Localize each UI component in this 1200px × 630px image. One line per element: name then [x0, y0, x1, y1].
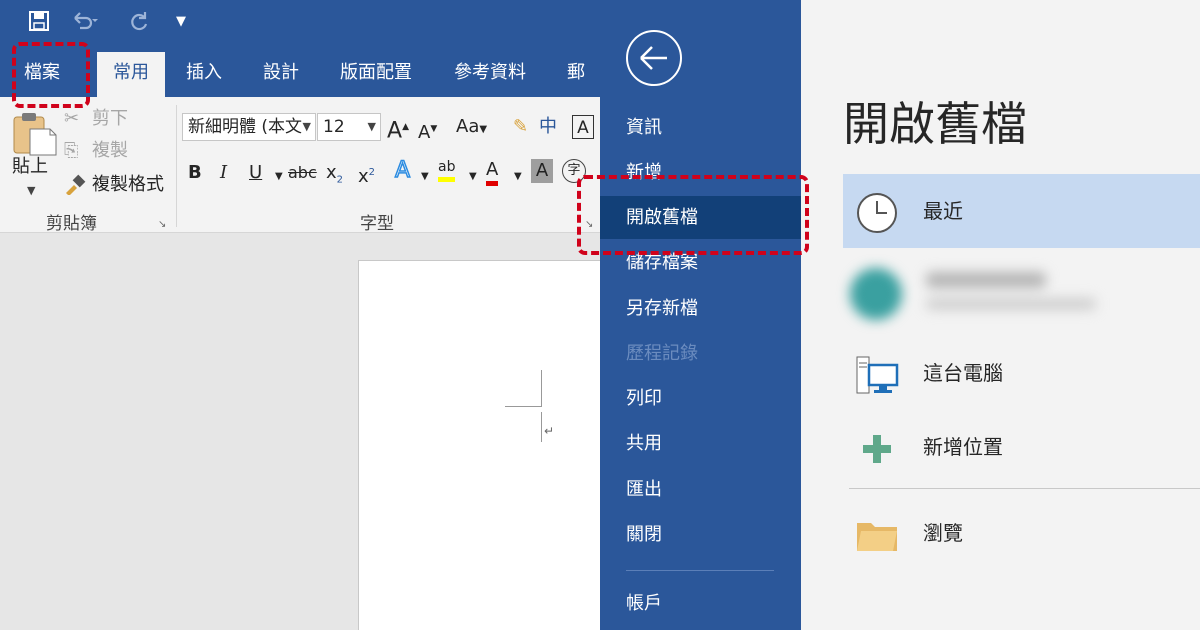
- tab-references[interactable]: 參考資料: [442, 52, 538, 97]
- paste-button[interactable]: 貼上: [12, 155, 48, 179]
- highlight-button[interactable]: ab: [438, 157, 456, 182]
- tab-design[interactable]: 設計: [251, 52, 311, 97]
- folder-icon: [855, 513, 899, 557]
- customize-qat-icon[interactable]: ▼: [176, 10, 186, 34]
- copy-icon: ⎘: [64, 140, 79, 161]
- phonetic-guide-button[interactable]: 中: [539, 115, 557, 139]
- font-color-button[interactable]: A: [486, 159, 499, 186]
- save-icon[interactable]: [28, 10, 50, 37]
- ribbon-tabs: 檔案 常用 插入 設計 版面配置 參考資料 郵件: [0, 52, 600, 125]
- paste-dropdown-icon[interactable]: ▼: [27, 179, 35, 203]
- pane-divider: [849, 488, 1200, 489]
- location-this-pc[interactable]: 這台電腦: [843, 336, 1200, 410]
- clipboard-group-label: 剪貼簿: [46, 214, 97, 234]
- location-label: 瀏覽: [923, 521, 963, 545]
- nav-share[interactable]: 共用: [600, 422, 801, 465]
- location-label: 新增位置: [923, 435, 1003, 459]
- change-case-button[interactable]: Aa▼: [456, 115, 487, 142]
- clock-icon: [855, 191, 899, 235]
- underline-button[interactable]: U: [249, 161, 262, 185]
- nav-save-as[interactable]: 另存新檔: [600, 287, 801, 330]
- underline-dropdown-icon[interactable]: ▼: [275, 165, 283, 189]
- location-label: 最近: [923, 199, 963, 223]
- nav-close[interactable]: 關閉: [600, 513, 801, 556]
- highlight-dropdown-icon[interactable]: ▼: [469, 165, 477, 189]
- backstage-nav: 資訊 新增 開啟舊檔 儲存檔案 另存新檔 歷程記錄 列印 共用 匯出 關閉 帳戶: [600, 0, 801, 630]
- bold-button[interactable]: B: [188, 161, 202, 185]
- change-case-label: Aa: [456, 116, 480, 137]
- tab-insert[interactable]: 插入: [174, 52, 234, 97]
- shrink-font-icon[interactable]: A▼: [418, 117, 437, 145]
- chevron-down-icon: ▼: [302, 120, 311, 133]
- redacted-account[interactable]: [848, 258, 1128, 330]
- copy-button[interactable]: 複製: [92, 139, 128, 163]
- font-color-dropdown-icon[interactable]: ▼: [514, 165, 522, 189]
- chevron-down-icon: ▼: [367, 120, 376, 133]
- nav-info[interactable]: 資訊: [600, 106, 801, 149]
- text-effects-button[interactable]: A: [394, 158, 411, 184]
- text-cursor: [541, 412, 542, 442]
- title-bar: ▼: [0, 0, 600, 52]
- location-recent[interactable]: 最近: [843, 174, 1200, 248]
- char-border-icon[interactable]: A: [572, 115, 594, 139]
- nav-account[interactable]: 帳戶: [600, 582, 801, 625]
- paragraph-mark-icon: ↵: [544, 424, 555, 438]
- nav-print[interactable]: 列印: [600, 377, 801, 420]
- font-name-combo[interactable]: 新細明體 (本文 ▼: [182, 113, 316, 141]
- location-add-place[interactable]: 新增位置: [843, 410, 1200, 484]
- undo-icon[interactable]: [70, 10, 98, 37]
- format-painter-button[interactable]: 複製格式: [92, 173, 164, 197]
- tab-home[interactable]: 常用: [97, 52, 165, 97]
- tab-layout[interactable]: 版面配置: [328, 52, 424, 97]
- tab-mailings[interactable]: 郵件: [555, 52, 600, 125]
- text-effects-dropdown-icon[interactable]: ▼: [421, 165, 429, 189]
- arrow-left-icon: [640, 46, 667, 70]
- paste-icon[interactable]: [12, 111, 58, 161]
- location-browse[interactable]: 瀏覽: [843, 496, 1200, 570]
- scissors-icon: ✂: [64, 108, 80, 129]
- eraser-icon[interactable]: ✎: [513, 115, 528, 139]
- font-size-combo[interactable]: 12 ▼: [317, 113, 381, 141]
- group-separator: [176, 105, 177, 227]
- grow-font-icon[interactable]: A▲: [387, 115, 409, 143]
- annotation-open-item: [577, 175, 809, 255]
- font-group-label: 字型: [360, 214, 394, 234]
- location-label: 這台電腦: [923, 361, 1003, 385]
- back-button[interactable]: [626, 30, 682, 86]
- crop-mark: [541, 370, 542, 407]
- annotation-file-tab: [12, 42, 90, 108]
- strikethrough-button[interactable]: abc: [288, 161, 317, 185]
- italic-button[interactable]: I: [220, 161, 227, 185]
- plus-icon: [855, 427, 899, 471]
- cut-button[interactable]: 剪下: [92, 107, 128, 131]
- superscript-label: x: [358, 166, 369, 187]
- document-page[interactable]: [358, 260, 600, 630]
- brush-icon: [64, 173, 88, 202]
- crop-mark: [505, 406, 542, 407]
- subscript-label: x: [326, 162, 337, 183]
- font-size-value: 12: [323, 117, 345, 137]
- nav-export[interactable]: 匯出: [600, 468, 801, 511]
- subscript-button[interactable]: x2: [326, 161, 343, 193]
- nav-divider: [626, 570, 774, 571]
- char-shading-button[interactable]: A: [531, 159, 553, 183]
- ribbon: 貼上 ▼ ✂ 剪下 ⎘ 複製 複製格式 剪貼簿 ↘ 新細明體 (本文 ▼ 12 …: [0, 97, 600, 234]
- page-title: 開啟舊檔: [843, 97, 1027, 151]
- font-name-value: 新細明體 (本文: [188, 117, 303, 137]
- nav-history: 歷程記錄: [626, 343, 698, 364]
- superscript-button[interactable]: x2: [358, 161, 375, 189]
- redo-icon[interactable]: [128, 10, 150, 37]
- computer-icon: [855, 353, 899, 397]
